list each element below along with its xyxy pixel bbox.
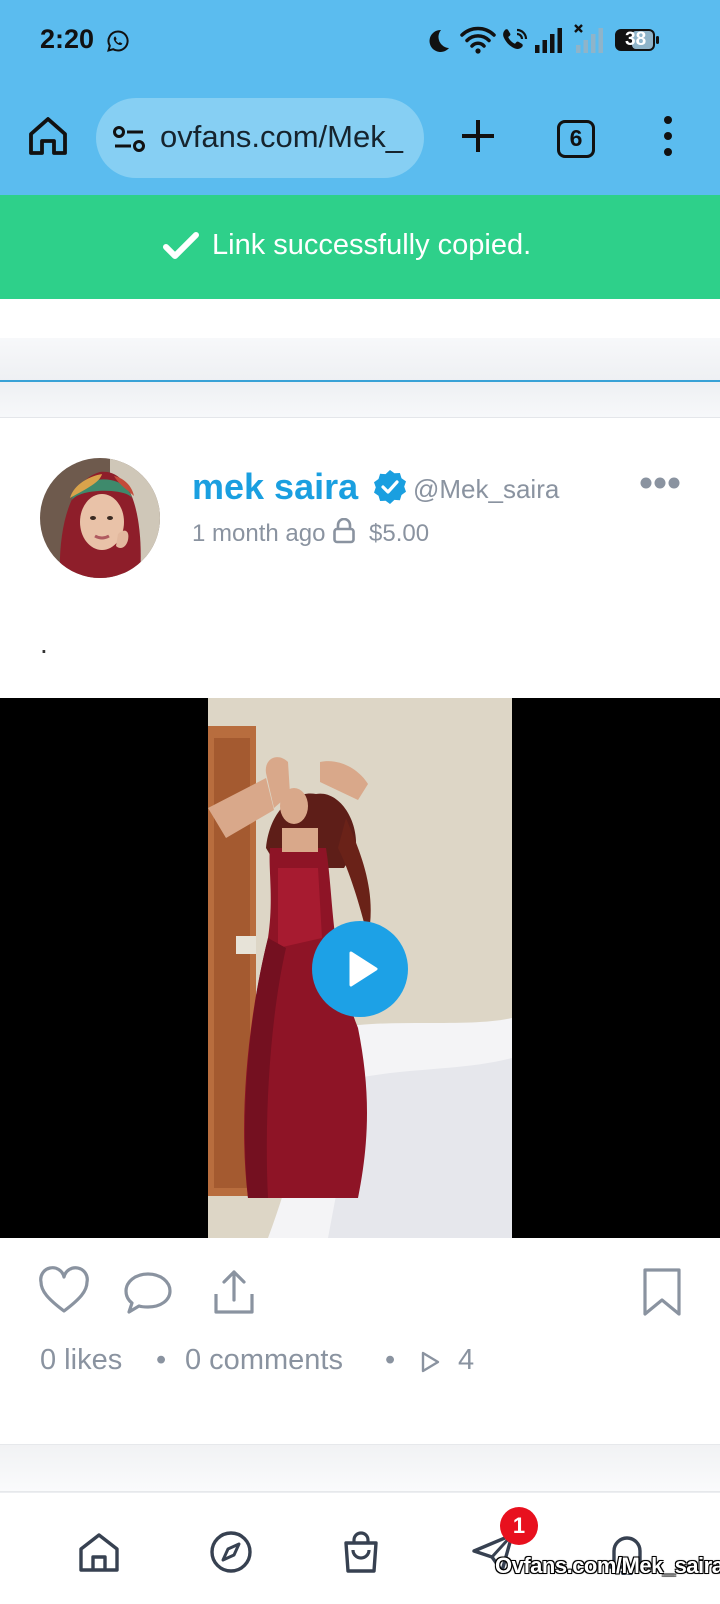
page-header-band xyxy=(0,338,720,382)
section-divider xyxy=(0,382,720,418)
do-not-disturb-icon xyxy=(429,29,449,52)
author-handle[interactable]: @Mek_saira xyxy=(413,474,559,505)
post-separator xyxy=(0,1444,720,1492)
comment-icon[interactable] xyxy=(122,1266,174,1318)
more-options-icon[interactable] xyxy=(640,476,680,490)
check-icon xyxy=(163,232,199,259)
wifi-calling-icon xyxy=(503,28,528,49)
play-icon xyxy=(349,951,378,987)
new-tab-icon[interactable] xyxy=(456,114,500,158)
share-icon[interactable] xyxy=(208,1266,260,1318)
nav-home-icon[interactable] xyxy=(76,1529,122,1575)
views-count: 4 xyxy=(458,1344,475,1376)
site-info-icon[interactable] xyxy=(112,122,146,156)
status-bar: 2:20 38 xyxy=(0,0,720,80)
address-bar[interactable]: ovfans.com/Mek_ xyxy=(96,98,424,178)
wifi-icon xyxy=(460,26,496,54)
avatar[interactable] xyxy=(40,458,160,578)
author-name[interactable]: mek saira xyxy=(192,466,358,508)
toast-message: Link successfully copied. xyxy=(212,229,532,261)
battery-icon: 38 xyxy=(614,28,660,52)
browser-toolbar: ovfans.com/Mek_ xyxy=(0,80,720,195)
menu-icon[interactable] xyxy=(658,114,678,158)
separator-dot: • xyxy=(385,1344,396,1376)
post-text: . xyxy=(40,628,48,659)
nav-shop-icon[interactable] xyxy=(338,1529,384,1575)
messages-badge: 1 xyxy=(500,1507,538,1545)
whatsapp-icon xyxy=(107,30,129,52)
bookmark-icon[interactable] xyxy=(636,1266,688,1318)
views-play-icon xyxy=(421,1351,440,1373)
url-text[interactable]: ovfans.com/Mek_ xyxy=(160,119,412,155)
toast-notification: Link successfully copied. xyxy=(0,195,720,299)
signal-icon xyxy=(535,28,562,53)
bottom-navigation: 1 Ovfans.com/Mek_saira xyxy=(0,1492,720,1604)
likes-count[interactable]: 0 likes xyxy=(40,1344,122,1377)
signal-no-service-icon xyxy=(574,24,603,53)
watermark-text: Ovfans.com/Mek_saira xyxy=(495,1553,720,1578)
nav-explore-icon[interactable] xyxy=(208,1529,254,1575)
play-button[interactable] xyxy=(312,921,408,1017)
post-time: 1 month ago xyxy=(192,520,326,547)
separator-dot: • xyxy=(156,1344,167,1376)
battery-level: 38 xyxy=(625,29,647,50)
verified-badge-icon xyxy=(374,470,406,504)
clock: 2:20 xyxy=(40,24,95,54)
like-icon[interactable] xyxy=(38,1266,90,1318)
post-price: $5.00 xyxy=(369,520,430,547)
tabs-icon[interactable]: 6 xyxy=(557,120,595,158)
home-icon[interactable] xyxy=(26,114,70,158)
comments-count[interactable]: 0 comments xyxy=(185,1344,343,1377)
lock-icon xyxy=(333,518,355,544)
